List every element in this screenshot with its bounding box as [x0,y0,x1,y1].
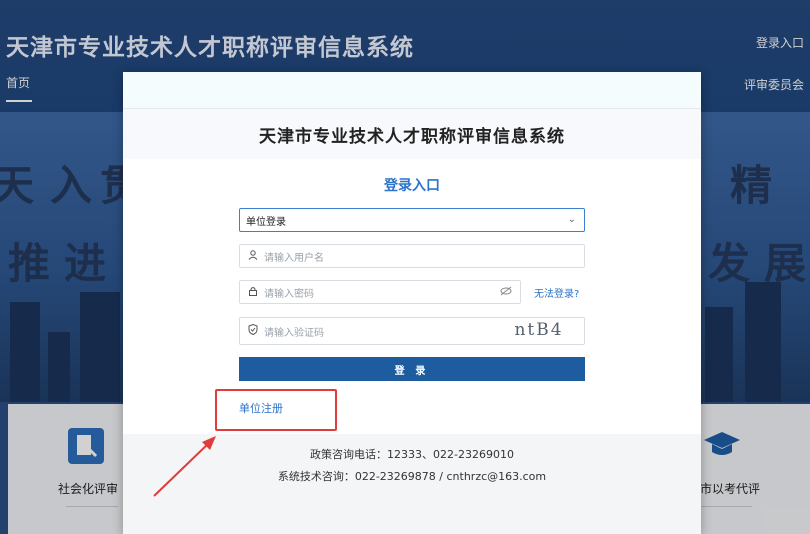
annotation-arrow-icon [153,436,216,497]
captcha-placeholder: 请输入验证码 [264,327,324,339]
user-icon [240,249,260,263]
modal-title: 天津市专业技术人才职称评审信息系统 [259,126,565,147]
login-type-select[interactable]: 单位登录 ⌄ [239,208,585,232]
eye-off-icon[interactable] [500,286,512,299]
lock-icon [240,286,260,299]
password-input[interactable]: 请输入密码 [239,280,521,304]
cannot-login-link[interactable]: 无法登录? [534,285,579,300]
login-button[interactable]: 登 录 [239,357,585,381]
login-heading: 登录入口 [384,178,440,194]
captcha-input[interactable]: 请输入验证码 ntB4 [239,317,585,345]
captcha-image[interactable]: ntB4 [498,319,580,341]
annotation-highlight-box [215,389,337,431]
password-placeholder: 请输入密码 [264,288,314,300]
chevron-down-icon: ⌄ [567,214,576,225]
modal-topbar [123,72,701,109]
login-type-value: 单位登录 [246,216,286,228]
username-placeholder: 请输入用户名 [264,252,324,264]
modal-title-band: 天津市专业技术人才职称评审信息系统 [123,109,701,159]
shield-icon [240,323,260,338]
username-input[interactable]: 请输入用户名 [239,244,585,268]
